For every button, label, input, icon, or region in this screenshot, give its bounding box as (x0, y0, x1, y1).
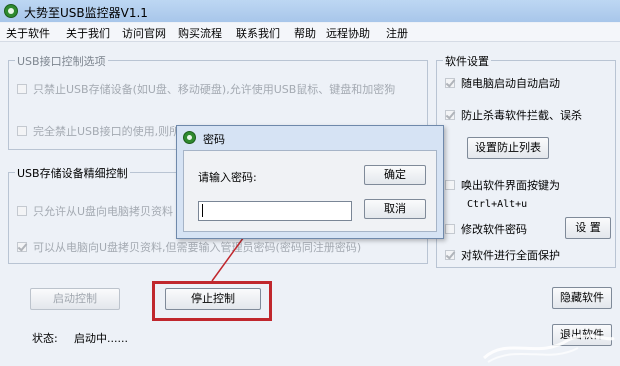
dialog-body: 请输入密码: 确定 取消 (183, 150, 437, 232)
watermark-logo (482, 334, 615, 363)
text-caret (202, 204, 203, 217)
app-logo-icon (183, 131, 196, 144)
dialog-title-bar: 密码 (177, 126, 443, 150)
cancel-button[interactable]: 取消 (364, 199, 426, 219)
password-input[interactable] (198, 201, 352, 221)
password-prompt: 请输入密码: (198, 171, 257, 184)
password-dialog: 密码 请输入密码: 确定 取消 (176, 125, 444, 239)
dialog-title: 密码 (203, 133, 225, 146)
ok-button[interactable]: 确定 (364, 165, 426, 185)
